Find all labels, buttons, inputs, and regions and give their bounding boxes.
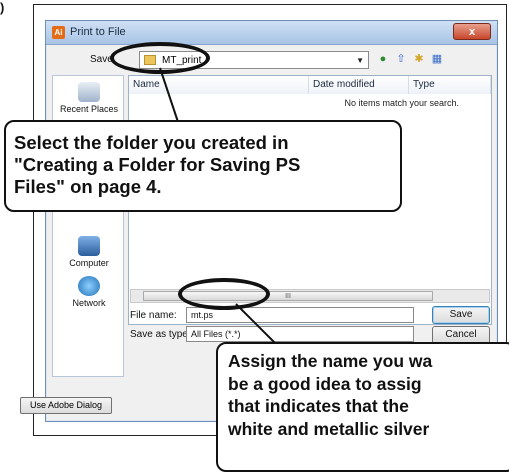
callout-line: white and metallic silver bbox=[228, 418, 430, 439]
callout-line: that indicates that the bbox=[228, 396, 409, 416]
filename-highlight-ring bbox=[178, 278, 270, 310]
callout-line: be a good idea to assig bbox=[228, 373, 422, 394]
folder-callout: Select the folder you created in "Creati… bbox=[4, 120, 402, 212]
callout-line: Files" on page 4. bbox=[14, 176, 162, 197]
callout-line: Assign the name you wa bbox=[228, 351, 433, 371]
folder-highlight-ring bbox=[110, 42, 210, 74]
folder-leader-line bbox=[159, 67, 179, 123]
callout-line: Select the folder you created in bbox=[14, 132, 289, 153]
filename-callout: Assign the name you wa be a good idea to… bbox=[216, 342, 509, 472]
filename-leader-line bbox=[235, 303, 277, 345]
callout-line: "Creating a Folder for Saving PS bbox=[14, 154, 301, 175]
